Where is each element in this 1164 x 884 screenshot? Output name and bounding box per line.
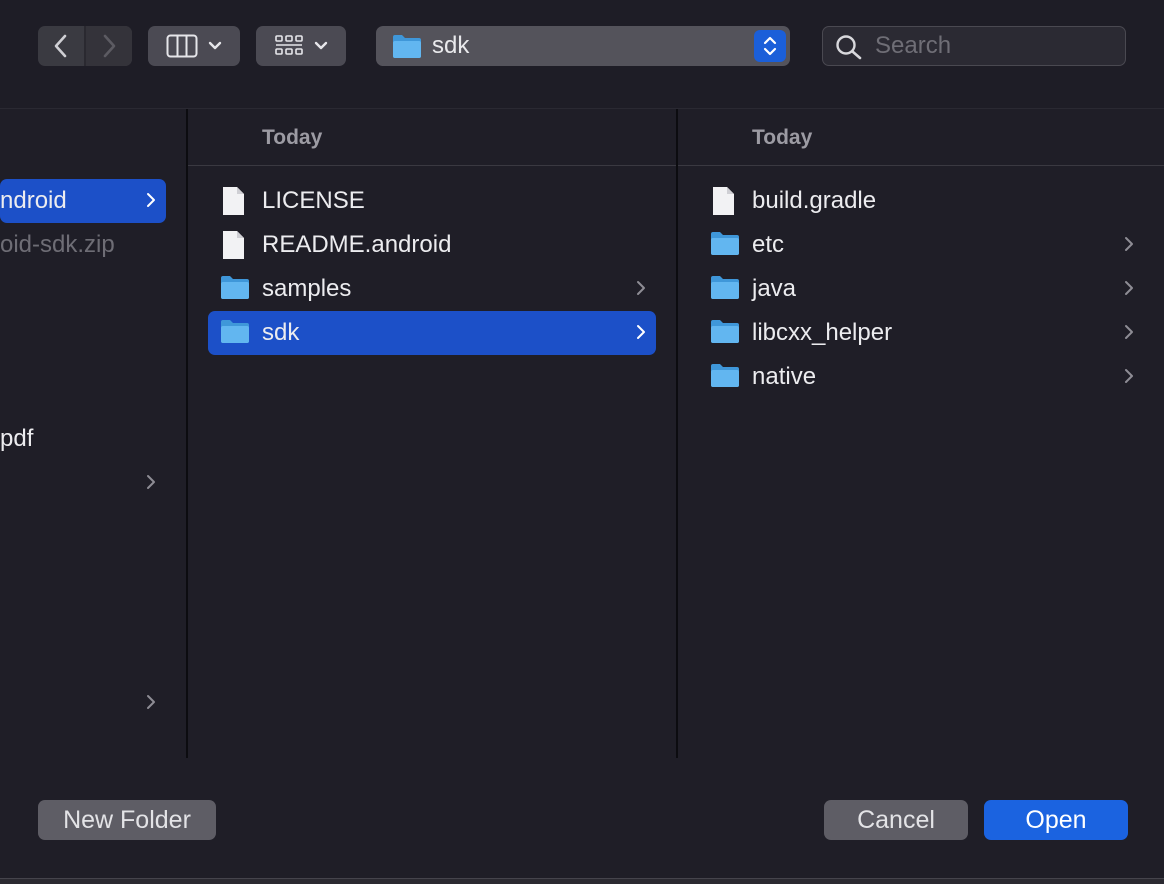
- folder-icon: [221, 320, 249, 343]
- document-icon: [713, 187, 734, 215]
- column-header: Today: [678, 109, 1164, 166]
- toolbar: sdk: [0, 0, 1164, 108]
- list-item[interactable]: [0, 461, 166, 505]
- list-item[interactable]: native: [698, 355, 1144, 399]
- chevron-down-icon: [314, 41, 328, 50]
- chevron-left-icon: [54, 34, 67, 58]
- document-icon: [223, 187, 244, 215]
- item-label: LICENSE: [262, 187, 365, 214]
- item-label: README.android: [262, 231, 452, 258]
- path-stepper[interactable]: [754, 30, 786, 62]
- folder-icon: [711, 232, 739, 255]
- list-item[interactable]: java: [698, 267, 1144, 311]
- column-3: Today build.gradle etc java libcxx_helpe…: [678, 109, 1164, 759]
- view-mode-button[interactable]: [148, 26, 240, 66]
- chevron-right-icon: [1125, 237, 1133, 251]
- chevron-right-icon: [637, 325, 645, 339]
- list-item[interactable]: LICENSE: [208, 179, 656, 223]
- list-item[interactable]: README.android: [208, 223, 656, 267]
- folder-icon: [711, 276, 739, 299]
- item-label: java: [752, 275, 797, 302]
- chevron-down-icon: [208, 41, 222, 50]
- path-popup-button[interactable]: sdk: [376, 26, 790, 66]
- chevron-right-icon: [637, 281, 645, 295]
- navigation-buttons: [38, 26, 132, 66]
- chevron-right-icon: [147, 695, 155, 709]
- item-label: pdf: [0, 425, 34, 452]
- forward-button[interactable]: [86, 26, 132, 66]
- list-item[interactable]: build.gradle: [698, 179, 1144, 223]
- chevron-right-icon: [1125, 369, 1133, 383]
- grid-icon: [275, 35, 303, 55]
- up-down-chevron-icon: [763, 36, 777, 56]
- chevron-right-icon: [103, 34, 116, 58]
- column-2: Today LICENSE README.android samples sdk: [188, 109, 676, 759]
- search-field[interactable]: [822, 26, 1126, 66]
- folder-icon: [393, 35, 421, 58]
- item-label: libcxx_helper: [752, 319, 893, 346]
- search-icon: [836, 35, 862, 60]
- column-browser: ndroid oid-sdk.zip pdf Today LICENSE REA…: [0, 108, 1164, 759]
- group-by-button[interactable]: [256, 26, 346, 66]
- list-item[interactable]: [0, 681, 166, 725]
- path-label: sdk: [432, 32, 470, 59]
- column-header-label: Today: [752, 126, 813, 149]
- item-label: oid-sdk.zip: [0, 231, 115, 258]
- chevron-right-icon: [147, 475, 155, 489]
- chevron-right-icon: [1125, 325, 1133, 339]
- item-label: samples: [262, 275, 352, 302]
- item-label: ndroid: [0, 187, 67, 214]
- list-item[interactable]: ndroid: [0, 179, 166, 223]
- dialog-footer: New Folder Cancel Open: [0, 758, 1164, 884]
- list-item[interactable]: etc: [698, 223, 1144, 267]
- item-label: build.gradle: [752, 187, 877, 214]
- folder-icon: [711, 364, 739, 387]
- column-header: Today: [188, 109, 676, 166]
- column-1: ndroid oid-sdk.zip pdf: [0, 109, 186, 759]
- window-bottom-edge: [0, 878, 1164, 884]
- open-button[interactable]: Open: [984, 800, 1128, 840]
- folder-icon: [221, 276, 249, 299]
- new-folder-button[interactable]: New Folder: [38, 800, 216, 840]
- item-label: native: [752, 363, 817, 390]
- folder-icon: [711, 320, 739, 343]
- cancel-button[interactable]: Cancel: [824, 800, 968, 840]
- chevron-right-icon: [1125, 281, 1133, 295]
- columns-view-icon: [166, 34, 198, 58]
- item-label: sdk: [262, 319, 300, 346]
- list-item[interactable]: sdk: [208, 311, 656, 355]
- document-icon: [223, 231, 244, 259]
- list-item[interactable]: oid-sdk.zip: [0, 223, 166, 267]
- search-input[interactable]: [875, 29, 1115, 63]
- chevron-right-icon: [147, 193, 155, 207]
- back-button[interactable]: [38, 26, 84, 66]
- list-item[interactable]: libcxx_helper: [698, 311, 1144, 355]
- column-header-label: Today: [262, 126, 323, 149]
- list-item[interactable]: pdf: [0, 417, 166, 461]
- list-item[interactable]: samples: [208, 267, 656, 311]
- item-label: etc: [752, 231, 785, 258]
